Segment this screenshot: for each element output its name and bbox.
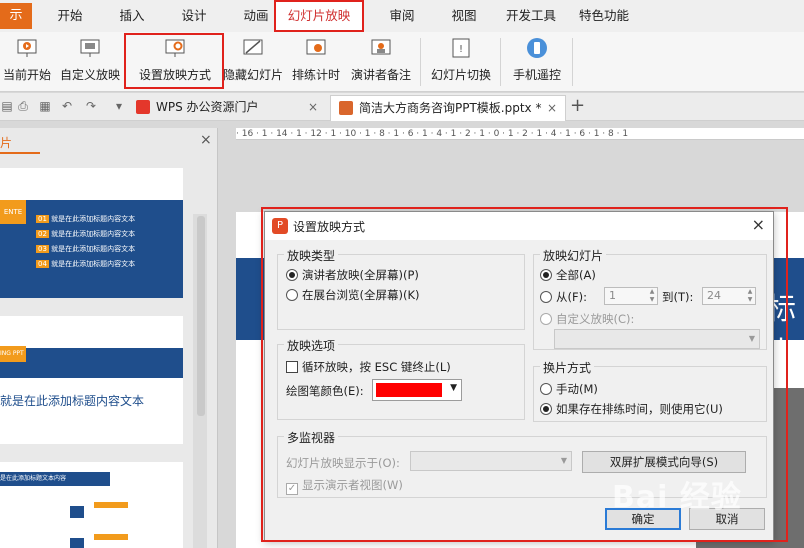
tab-wps-portal-label: WPS 办公资源门户	[156, 100, 259, 114]
new-tab-button[interactable]: +	[570, 95, 585, 116]
tab-slideshow[interactable]: 幻灯片放映	[274, 0, 364, 32]
rehearse-timings-label: 排练计时	[291, 68, 340, 82]
slide-transition-button[interactable]: ! 幻灯片切换	[428, 36, 494, 88]
close-tab-icon[interactable]: ×	[547, 96, 557, 120]
setup-show-highlight	[124, 33, 224, 89]
horizontal-ruler: · 16 · 1 · 14 · 1 · 12 · 1 · 10 · 1 · 8 …	[236, 128, 804, 140]
wps-logo-icon	[136, 100, 150, 114]
tab-insert[interactable]: 插入	[108, 0, 156, 32]
scrollbar-thumb[interactable]	[197, 216, 205, 416]
undo-icon[interactable]: ↶	[60, 99, 74, 113]
slide3-title: 是在此添加标题文本内容	[0, 472, 110, 486]
print-icon[interactable]: ▤	[0, 99, 14, 113]
custom-show-button[interactable]: 自定义放映	[58, 36, 122, 88]
hide-slide-label: 隐藏幻灯片	[222, 68, 283, 82]
tab-design[interactable]: 设计	[170, 0, 218, 32]
pane-tab-underline	[0, 152, 40, 154]
baidu-watermark: Bai 经验	[612, 480, 742, 515]
phone-remote-button[interactable]: 手机遥控	[508, 36, 566, 88]
slide-thumbnail-3[interactable]: 是在此添加标题文本内容	[0, 462, 183, 548]
speaker-notes-label: 演讲者备注	[350, 68, 411, 82]
tab-features[interactable]: 特色功能	[574, 0, 634, 32]
close-tab-icon[interactable]: ×	[308, 95, 318, 119]
slide1-tag: ENTE	[0, 200, 26, 224]
file-menu-button[interactable]: 示	[0, 3, 32, 29]
slide-thumbnail-2[interactable]: ING PPT 就是在此添加标题内容文本	[0, 316, 183, 444]
redo-icon[interactable]: ↷	[84, 99, 98, 113]
slide3-bar	[94, 534, 128, 540]
pptx-file-icon	[339, 101, 353, 115]
tab-view[interactable]: 视图	[440, 0, 488, 32]
tab-wps-portal[interactable]: WPS 办公资源门户 ×	[128, 95, 326, 121]
tab-animation[interactable]: 动画	[232, 0, 280, 32]
tab-home[interactable]: 开始	[46, 0, 94, 32]
tab-document[interactable]: 简洁大方商务咨询PPT模板.pptx * ×	[330, 95, 566, 121]
rehearse-timer-icon	[306, 39, 326, 55]
hide-slide-icon	[243, 39, 263, 55]
slide2-title: 就是在此添加标题内容文本	[0, 394, 145, 408]
speaker-notes-icon	[371, 39, 391, 55]
ribbon-toolbar: 当前开始 自定义放映 设置放映方式 隐藏幻灯片 排练计时 演讲者备注 ! 幻灯片…	[0, 32, 804, 92]
rehearse-timings-button[interactable]: 排练计时	[290, 36, 342, 88]
slide3-icon	[70, 538, 84, 548]
slide-thumbnail-pane: 片 × ENTE 01 就是在此添加标题内容文本 02 就是在此添加标题内容文本…	[0, 128, 218, 548]
slide3-bar	[94, 502, 128, 508]
document-tab-bar: ▤ ⎙ ▦ ↶ ↷ ▾ WPS 办公资源门户 × 简洁大方商务咨询PPT模板.p…	[0, 93, 804, 121]
tab-document-label: 简洁大方商务咨询PPT模板.pptx *	[359, 101, 542, 115]
pane-header: 片 ×	[0, 128, 218, 154]
ribbon-separator	[420, 38, 421, 86]
export-icon[interactable]: ▦	[38, 99, 52, 113]
phone-remote-icon	[527, 38, 547, 58]
speaker-notes-button[interactable]: 演讲者备注	[348, 36, 414, 88]
pane-title: 片	[0, 136, 13, 150]
slide3-icon	[70, 506, 84, 518]
phone-remote-label: 手机遥控	[512, 68, 561, 82]
hide-slide-button[interactable]: 隐藏幻灯片	[222, 36, 284, 88]
ribbon-separator	[572, 38, 573, 86]
play-slide-icon	[17, 39, 37, 57]
slide-thumbnail-1[interactable]: ENTE 01 就是在此添加标题内容文本 02 就是在此添加标题内容文本 03 …	[0, 168, 183, 298]
custom-show-icon	[80, 39, 100, 57]
menu-bar: 示 开始 插入 设计 动画 幻灯片放映 审阅 视图 开发工具 特色功能	[0, 0, 804, 32]
from-current-button[interactable]: 当前开始	[0, 36, 54, 88]
more-dropdown-icon[interactable]: ▾	[112, 99, 126, 113]
custom-show-label: 自定义放映	[59, 68, 120, 82]
tab-developer[interactable]: 开发工具	[500, 0, 562, 32]
slide2-band	[0, 348, 183, 378]
slide1-items: 01 就是在此添加标题内容文本 02 就是在此添加标题内容文本 03 就是在此添…	[36, 215, 136, 268]
svg-text:!: !	[459, 44, 463, 55]
print-preview-icon[interactable]: ⎙	[16, 99, 30, 113]
tab-review[interactable]: 审阅	[378, 0, 426, 32]
slide2-tag: ING PPT	[0, 346, 26, 362]
slide-transition-icon: !	[452, 38, 470, 58]
ribbon-separator	[500, 38, 501, 86]
slide-transition-label: 幻灯片切换	[430, 68, 491, 82]
from-current-label: 当前开始	[2, 68, 51, 82]
close-pane-icon[interactable]: ×	[200, 132, 212, 148]
